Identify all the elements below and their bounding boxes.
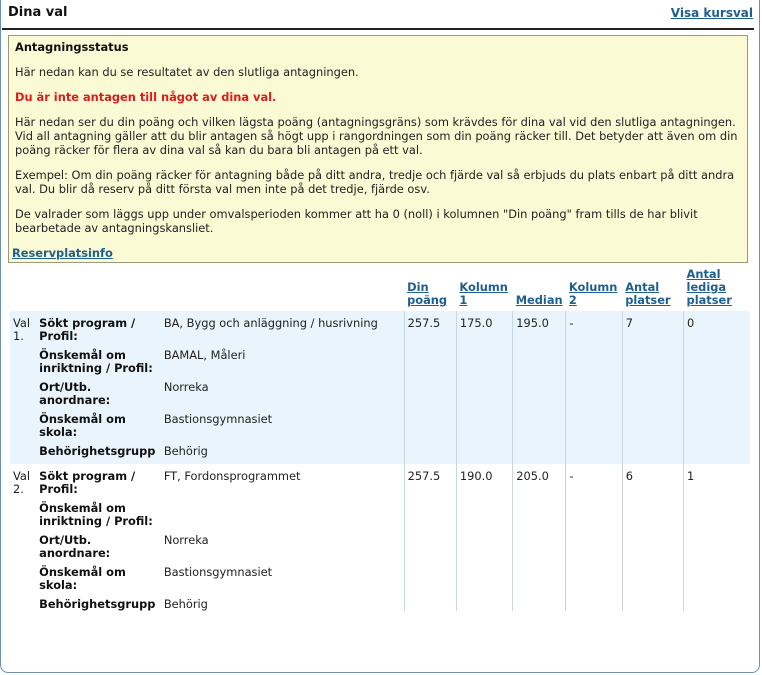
value-ort: Norreka (160, 528, 405, 560)
col-median[interactable]: Median (513, 268, 566, 311)
val-number: Val 2. (10, 464, 37, 496)
status-para3: De valrader som läggs upp under omvalspe… (15, 207, 698, 235)
value-skola: Bastionsgymnasiet (160, 407, 405, 439)
page-title: Dina val (8, 5, 68, 20)
label-program: Sökt program / Profil: (36, 464, 161, 496)
value-median: 205.0 (512, 464, 566, 611)
antagningsstatus-box: Antagningsstatus Här nedan kan du se res… (8, 35, 748, 263)
table-row: Val 2. Sökt program / Profil: FT, Fordon… (10, 464, 750, 611)
label-skola: Önskemål om skola: (36, 407, 161, 439)
visa-kursval-link[interactable]: Visa kursval (671, 6, 753, 20)
label-inriktning: Önskemål om inriktning / Profil: (36, 343, 161, 375)
status-heading: Antagningsstatus (15, 40, 129, 54)
status-para1: Här nedan ser du din poäng och vilken lä… (15, 115, 738, 157)
status-para2: Exempel: Om din poäng räcker för antagni… (15, 168, 735, 196)
title-bar: Dina val Visa kursval (2, 0, 754, 30)
label-ort: Ort/Utb. anordnare: (36, 375, 161, 407)
label-behorighet: Behörighetsgrupp (36, 439, 161, 464)
value-antal-lediga: 1 (683, 464, 750, 611)
val-number: Val 1. (10, 311, 37, 343)
label-skola: Önskemål om skola: (36, 560, 161, 592)
main-panel: Dina val Visa kursval Antagningsstatus H… (0, 0, 760, 673)
value-program: FT, Fordonsprogrammet (160, 464, 405, 496)
value-antal-platser: 6 (621, 464, 684, 611)
label-program: Sökt program / Profil: (36, 311, 161, 343)
col-antal-platser[interactable]: Antal platser (622, 268, 683, 311)
value-antal-lediga: 0 (683, 311, 750, 464)
value-kolumn2: - (565, 464, 623, 611)
col-din-poang[interactable]: Din poäng (404, 268, 456, 311)
value-din-poang: 257.5 (403, 311, 457, 464)
col-kolumn1[interactable]: Kolumn 1 (456, 268, 512, 311)
value-behorighet: Behörig (160, 439, 405, 464)
value-median: 195.0 (512, 311, 566, 464)
label-ort: Ort/Utb. anordnare: (36, 528, 161, 560)
value-program: BA, Bygg och anläggning / husrivning (160, 311, 405, 343)
value-kolumn2: - (565, 311, 623, 464)
value-inriktning (160, 496, 405, 528)
value-din-poang: 257.5 (403, 464, 457, 611)
value-inriktning: BAMAL, Måleri (160, 343, 405, 375)
reservplatsinfo-link[interactable]: Reservplatsinfo (12, 246, 113, 260)
value-behorighet: Behörig (160, 592, 405, 611)
value-antal-platser: 7 (621, 311, 684, 464)
col-kolumn2[interactable]: Kolumn 2 (566, 268, 622, 311)
label-behorighet: Behörighetsgrupp (36, 592, 161, 611)
status-intro: Här nedan kan du se resultatet av den sl… (15, 65, 359, 79)
results-table: Din poäng Kolumn 1 Median Kolumn 2 Antal… (10, 268, 750, 611)
table-row: Val 1. Sökt program / Profil: BA, Bygg o… (10, 311, 750, 464)
status-alert: Du är inte antagen till något av dina va… (15, 90, 277, 104)
value-skola: Bastionsgymnasiet (160, 560, 405, 592)
col-antal-lediga[interactable]: Antal lediga platser (684, 268, 750, 311)
value-kolumn1: 175.0 (455, 311, 513, 464)
label-inriktning: Önskemål om inriktning / Profil: (36, 496, 161, 528)
value-kolumn1: 190.0 (455, 464, 513, 611)
value-ort: Norreka (160, 375, 405, 407)
